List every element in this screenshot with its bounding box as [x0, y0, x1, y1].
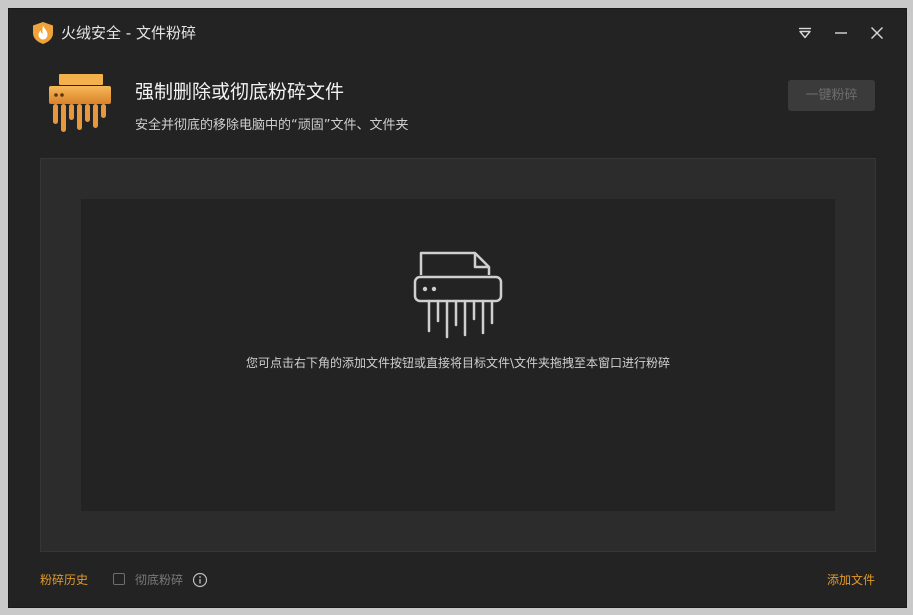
shred-history-link[interactable]: 粉碎历史	[40, 571, 88, 589]
menu-button[interactable]	[793, 21, 817, 45]
thorough-shred-label[interactable]: 彻底粉碎	[135, 571, 183, 589]
drop-zone[interactable]: 您可点击右下角的添加文件按钮或直接将目标文件\文件夹拖拽至本窗口进行粉碎	[81, 199, 835, 511]
window-title: 火绒安全 - 文件粉碎	[61, 24, 196, 42]
huorong-shield-flame-icon	[33, 22, 53, 44]
info-icon[interactable]	[192, 572, 208, 588]
drop-hint-text: 您可点击右下角的添加文件按钮或直接将目标文件\文件夹拖拽至本窗口进行粉碎	[245, 356, 671, 370]
page-title: 强制删除或彻底粉碎文件	[135, 81, 345, 103]
minimize-button[interactable]	[829, 21, 853, 45]
menu-triangle-icon	[799, 27, 811, 39]
shredder-icon	[49, 74, 111, 132]
shredder-outline-icon	[413, 251, 503, 339]
add-file-button[interactable]: 添加文件	[827, 571, 875, 589]
minimize-icon	[835, 32, 847, 34]
one-click-shred-button[interactable]: 一键粉碎	[788, 80, 875, 111]
title-bar: 火绒安全 - 文件粉碎	[9, 9, 906, 57]
close-button[interactable]	[865, 21, 889, 45]
close-icon	[871, 27, 883, 39]
thorough-shred-checkbox[interactable]	[113, 573, 125, 585]
page-subtitle: 安全并彻底的移除电脑中的“顽固”文件、文件夹	[135, 118, 409, 133]
file-list-panel[interactable]: 您可点击右下角的添加文件按钮或直接将目标文件\文件夹拖拽至本窗口进行粉碎	[40, 158, 876, 552]
file-shredder-window: 火绒安全 - 文件粉碎 强制删除或彻底粉碎文件 安全并彻底的移除电脑中的“顽固”…	[8, 8, 907, 608]
